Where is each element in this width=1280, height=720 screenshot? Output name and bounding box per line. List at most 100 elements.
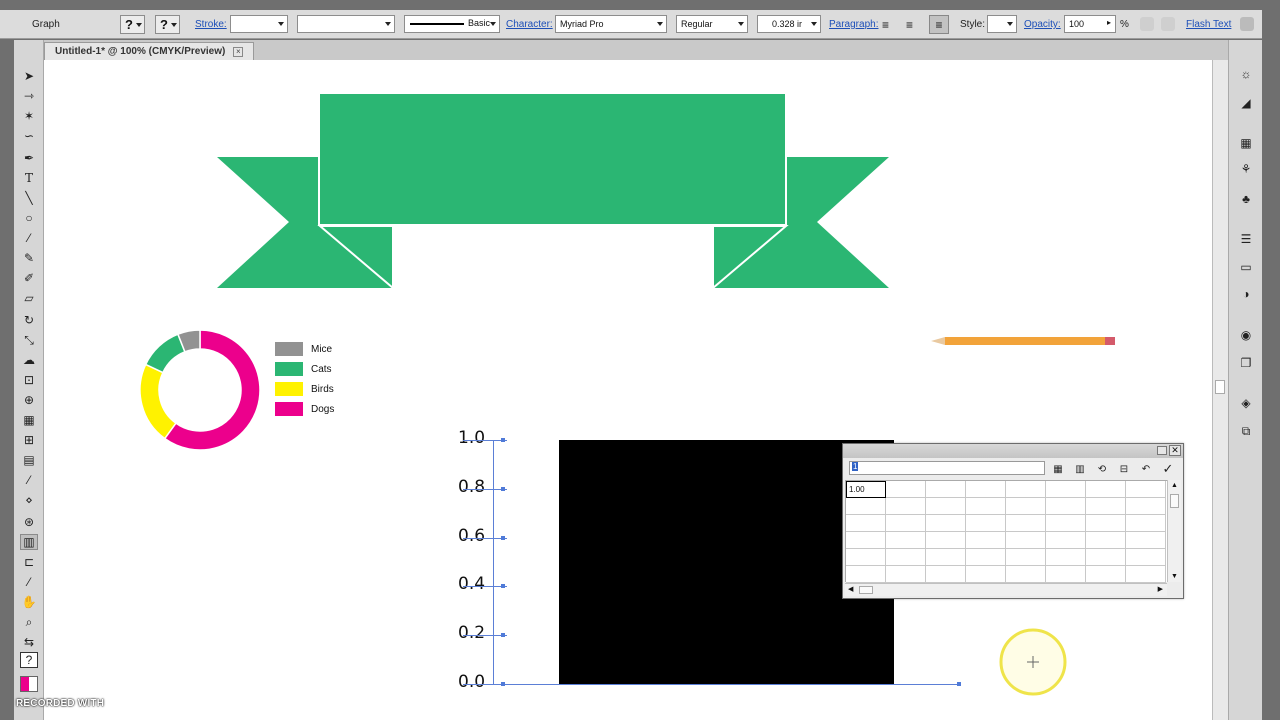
ellipse-tool-icon[interactable]: ○ [20, 210, 38, 226]
data-grid-cell[interactable] [886, 515, 926, 532]
eraser-tool-icon[interactable]: ▱ [20, 290, 38, 306]
stroke-weight-field[interactable] [230, 15, 288, 33]
pen-tool-icon[interactable]: ✒ [20, 150, 38, 166]
blend-tool-icon[interactable]: ⋄ [20, 492, 38, 508]
magic-wand-tool-icon[interactable]: ✶ [20, 108, 38, 124]
graph-data-titlebar[interactable]: ✕ [843, 444, 1183, 458]
data-grid-cell[interactable] [886, 481, 926, 498]
x-axis-end-handle[interactable] [957, 682, 961, 686]
data-grid-cell[interactable] [1126, 532, 1166, 549]
cell-style-icon[interactable]: ⊟ [1115, 461, 1133, 477]
donut-chart[interactable] [138, 328, 262, 452]
data-grid-cell[interactable] [1006, 549, 1046, 566]
data-grid-vertical-scrollbar[interactable]: ▲ ▼ [1167, 480, 1181, 582]
data-grid-cell[interactable] [846, 515, 886, 532]
mesh-tool-icon[interactable]: ⊞ [20, 432, 38, 448]
gradient-tool-icon[interactable]: ▤ [20, 452, 38, 468]
selection-tool-icon[interactable]: ➤ [20, 68, 38, 84]
fill-swatch-icon[interactable]: ? [20, 652, 38, 668]
type-tool-icon[interactable]: T [20, 170, 38, 186]
scrollbar-thumb[interactable] [859, 586, 873, 594]
switch-xy-icon[interactable]: ⟲ [1093, 461, 1111, 477]
color-panel-icon[interactable]: ☼ [1238, 67, 1254, 81]
brushes-panel-icon[interactable]: ⚘ [1238, 162, 1254, 176]
data-grid-cell[interactable] [1006, 481, 1046, 498]
data-grid-cell[interactable] [926, 481, 966, 498]
data-grid-cell[interactable] [846, 549, 886, 566]
data-grid-cell[interactable] [1086, 549, 1126, 566]
legend-item-cats[interactable]: Cats [275, 362, 332, 376]
artboards-panel-icon[interactable]: ⧉ [1238, 424, 1254, 438]
data-grid-cell[interactable] [926, 498, 966, 515]
minimize-icon[interactable] [1157, 446, 1167, 455]
graph-type-button[interactable]: ? [155, 15, 180, 34]
transparency-panel-icon[interactable]: ◑ [1238, 287, 1254, 301]
data-grid-cell[interactable] [1046, 566, 1086, 583]
data-grid-cell[interactable] [1126, 566, 1166, 583]
data-grid-cell[interactable] [926, 549, 966, 566]
line-tool-icon[interactable]: ╲ [20, 190, 38, 206]
default-colors-icon[interactable]: ⇆ [20, 634, 38, 650]
data-grid-cell[interactable] [966, 515, 1006, 532]
scrollbar-thumb[interactable] [1215, 380, 1225, 394]
graph-data-window[interactable]: ✕ 1 ▦ ▥ ⟲ ⊟ ↶ ✓ 1.00 ▲ ▼ ◀ ▶ [842, 443, 1184, 599]
y-tick-handle[interactable] [501, 584, 505, 589]
data-grid-cell[interactable] [1046, 549, 1086, 566]
scale-tool-icon[interactable]: ⤡ [20, 332, 38, 348]
symbols-panel-icon[interactable]: ♣ [1238, 192, 1254, 206]
layers-panel-icon[interactable]: ◈ [1238, 396, 1254, 410]
character-link[interactable]: Character: [506, 19, 553, 30]
align-center-icon[interactable]: ≡ [906, 15, 913, 34]
close-icon[interactable]: × [233, 46, 244, 57]
column-graph-tool-icon[interactable]: ▥ [20, 534, 38, 550]
donut-slice-cats[interactable] [144, 333, 186, 374]
chevron-down-icon[interactable]: ▼ [1171, 573, 1178, 580]
data-grid-cell[interactable] [886, 532, 926, 549]
lasso-tool-icon[interactable]: ∽ [20, 128, 38, 144]
data-grid-cell[interactable] [1086, 566, 1126, 583]
direct-selection-tool-icon[interactable]: ⇾ [20, 88, 38, 104]
data-grid-cell[interactable] [1046, 481, 1086, 498]
artboard-canvas[interactable]: Mice Cats Birds Dogs 0.0 0.2 0.4 0.6 0.8 1.0 [44, 60, 1212, 720]
opacity-field[interactable]: 100 ▸ [1064, 15, 1116, 33]
artboard-tool-icon[interactable]: ⊏ [20, 554, 38, 570]
symbol-sprayer-tool-icon[interactable]: ⊛ [20, 514, 38, 530]
brush-definition-field[interactable]: Basic [404, 15, 500, 33]
pencil-tool-icon[interactable]: ✎ [20, 250, 38, 266]
graphic-styles-icon[interactable]: ❐ [1238, 356, 1254, 370]
panel-menu-icon[interactable] [1240, 17, 1254, 31]
transpose-icon[interactable]: ▥ [1071, 461, 1089, 477]
data-grid-cell[interactable] [1086, 498, 1126, 515]
data-grid-cell[interactable] [1126, 549, 1166, 566]
data-grid-cell[interactable] [1046, 515, 1086, 532]
data-grid-cell[interactable] [966, 549, 1006, 566]
y-tick-handle[interactable] [501, 682, 505, 686]
data-grid-cell[interactable] [846, 566, 886, 583]
data-grid-cell[interactable] [846, 532, 886, 549]
appearance-panel-icon[interactable]: ◉ [1238, 328, 1254, 342]
ribbon-banner-artwork[interactable] [44, 60, 1212, 320]
data-grid-cell[interactable] [1086, 515, 1126, 532]
zoom-tool-icon[interactable]: ⌕ [20, 614, 38, 630]
data-grid-cell[interactable] [886, 549, 926, 566]
data-grid-cell[interactable] [886, 498, 926, 515]
color-guide-icon[interactable]: ◢ [1238, 96, 1254, 110]
data-grid-cell[interactable] [1086, 532, 1126, 549]
recolor-icon[interactable] [1140, 17, 1154, 31]
revert-icon[interactable]: ↶ [1137, 461, 1155, 477]
data-grid-cell[interactable] [926, 515, 966, 532]
eyedropper-tool-icon[interactable]: ⁄ [20, 472, 38, 488]
pencil-illustration[interactable] [929, 335, 1119, 349]
chevron-up-icon[interactable]: ▲ [1171, 482, 1178, 489]
stroke-panel-icon[interactable]: ☰ [1238, 232, 1254, 246]
scrollbar-thumb[interactable] [1170, 494, 1179, 508]
y-tick-handle[interactable] [501, 438, 505, 442]
data-grid-cell[interactable] [886, 566, 926, 583]
data-grid-cell[interactable] [1126, 515, 1166, 532]
data-grid-cell[interactable]: 1.00 [846, 481, 886, 498]
font-size-field[interactable]: 0.328 ir [757, 15, 821, 33]
canvas-vertical-scrollbar[interactable] [1212, 60, 1228, 720]
chevron-right-icon[interactable]: ▶ [1158, 585, 1163, 593]
data-grid-cell[interactable] [926, 532, 966, 549]
data-grid-cell[interactable] [1126, 498, 1166, 515]
